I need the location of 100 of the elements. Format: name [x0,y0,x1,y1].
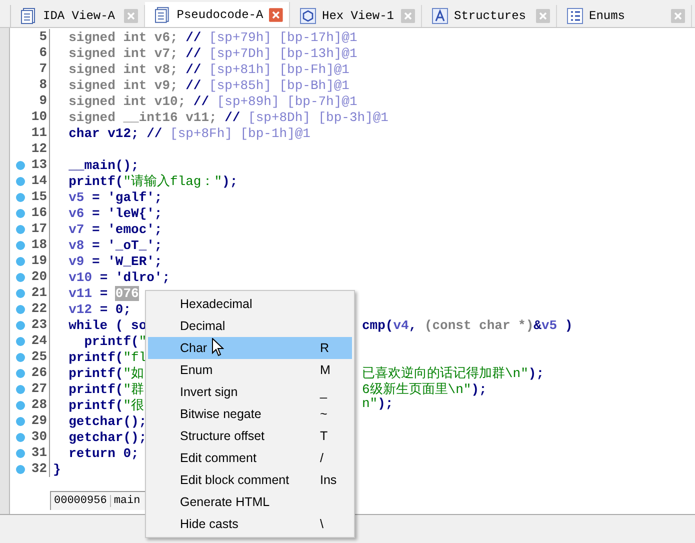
line-number: 11 [30,125,50,141]
line-number: 21 [30,285,50,301]
code-text: & [534,318,542,332]
mouse-pointer-icon [212,338,224,357]
code-text: = 'emoc'; [91,222,162,236]
line-number: 26 [30,365,50,381]
code-comment: [sp+7Dh] [bp-13h]@1 [209,46,358,60]
close-icon[interactable] [401,9,415,23]
breakpoint-dot[interactable] [16,256,24,266]
code-text: = [98,286,109,300]
code-comment: [sp+85h] [bp-Bh]@1 [209,78,350,92]
breakpoint-dot[interactable] [16,384,24,394]
breakpoint-dot[interactable] [16,192,24,202]
menu-item[interactable]: Generate HTML [148,491,352,513]
menu-item[interactable]: Bitwise negate ~ [148,403,352,425]
breakpoint-dot[interactable] [16,288,24,298]
close-icon[interactable] [124,9,138,23]
breakpoint-dot[interactable] [16,368,24,378]
tab[interactable]: Hex View-1 [290,5,422,27]
breakpoint-dot[interactable] [16,160,24,170]
string-literal: " [138,334,147,348]
code-text: signed __int16 v11; [68,110,217,124]
close-icon[interactable] [671,9,685,23]
code-text: = 'leW{'; [91,206,162,220]
code-text: printf( [83,334,139,348]
breakpoint-dot[interactable] [16,240,24,250]
close-icon[interactable] [269,8,283,22]
string-literal: "很 [123,398,144,413]
code-comment: [sp+81h] [bp-Fh]@1 [209,62,350,76]
code-text: cmp( [362,318,394,332]
line-number: 8 [30,77,50,93]
variable-name: v12 [68,302,92,316]
menu-item[interactable]: Structure offset T [148,425,352,447]
breakpoint-dot[interactable] [16,208,24,218]
menu-item[interactable]: Edit block comment Ins [148,469,352,491]
breakpoint-dot[interactable] [16,400,24,410]
variable-name: v4 [393,318,409,332]
shortcut-label: R [320,341,330,355]
menu-item[interactable]: Hexadecimal [148,293,352,315]
line-number: 22 [30,301,50,317]
tab[interactable]: IDA View-A [11,5,145,27]
menu-item[interactable]: Decimal [148,315,352,337]
breakpoint-dot[interactable] [16,176,24,186]
string-literal: "fl [123,350,147,364]
shortcut-label: M [320,363,330,377]
breakpoint-dot[interactable] [16,224,24,234]
string-literal: "群 [123,382,144,397]
line-number: 31 [30,445,50,461]
breakpoint-dot[interactable] [16,464,24,474]
breakpoint-dot[interactable] [16,320,24,330]
variable-name: v5 [541,318,558,332]
string-literal: "如 [123,366,144,381]
close-icon[interactable] [536,9,550,23]
breakpoint-dot[interactable] [16,432,24,442]
menu-item[interactable]: Enum M [148,359,352,381]
code-text: ) [564,318,573,332]
menu-item[interactable]: Hide casts \ [148,513,352,535]
line-number: 17 [30,221,50,237]
shortcut-label: \ [320,517,324,531]
code-text: signed int v6; [68,30,178,44]
line-number: 27 [30,381,50,397]
menu-item[interactable]: Edit comment / [148,447,352,469]
breakpoint-dot[interactable] [16,304,24,314]
breakpoint-dot[interactable] [16,448,24,458]
tab[interactable]: Structures [422,5,557,27]
breakpoint-dot[interactable] [16,416,24,426]
code-text: printf( [68,366,124,381]
code-text: // [192,94,210,108]
tab[interactable]: Enums [557,5,692,27]
menu-item[interactable]: Char R [148,337,352,359]
variable-name: v7 [68,222,84,236]
tab[interactable]: Pseudocode-A [145,2,290,27]
line-number: 5 [30,29,50,45]
line-number: 10 [30,109,50,125]
code-text: = '_oT_'; [91,238,162,252]
code-text: = 'dlro'; [98,270,170,284]
line-number: 28 [30,397,50,413]
line-number: 12 [30,141,50,157]
line-number: 20 [30,269,50,285]
code-text: , [408,318,418,332]
breakpoint-dot[interactable] [16,352,24,362]
breakpoint-dot[interactable] [16,272,24,282]
code-text: // [146,126,164,140]
code-text: printf( [68,174,124,189]
code-text: printf( [68,398,124,413]
string-literal: 6级新生页面里\n" [362,382,472,397]
function-label: main [112,495,142,507]
shortcut-label: Ins [320,473,337,487]
variable-name: v11 [68,286,92,300]
menu-item[interactable]: Invert sign _ [148,381,352,403]
code-text: printf( [68,382,124,397]
code-text: // [184,62,202,76]
line-number: 15 [30,189,50,205]
breakpoint-dot[interactable] [16,336,24,346]
code-text: // [184,78,202,92]
code-text: ); [378,396,394,411]
line-number: 9 [30,93,50,109]
selected-number: 076 [115,286,139,300]
code-text: ); [222,174,238,189]
shortcut-label: / [320,451,324,465]
